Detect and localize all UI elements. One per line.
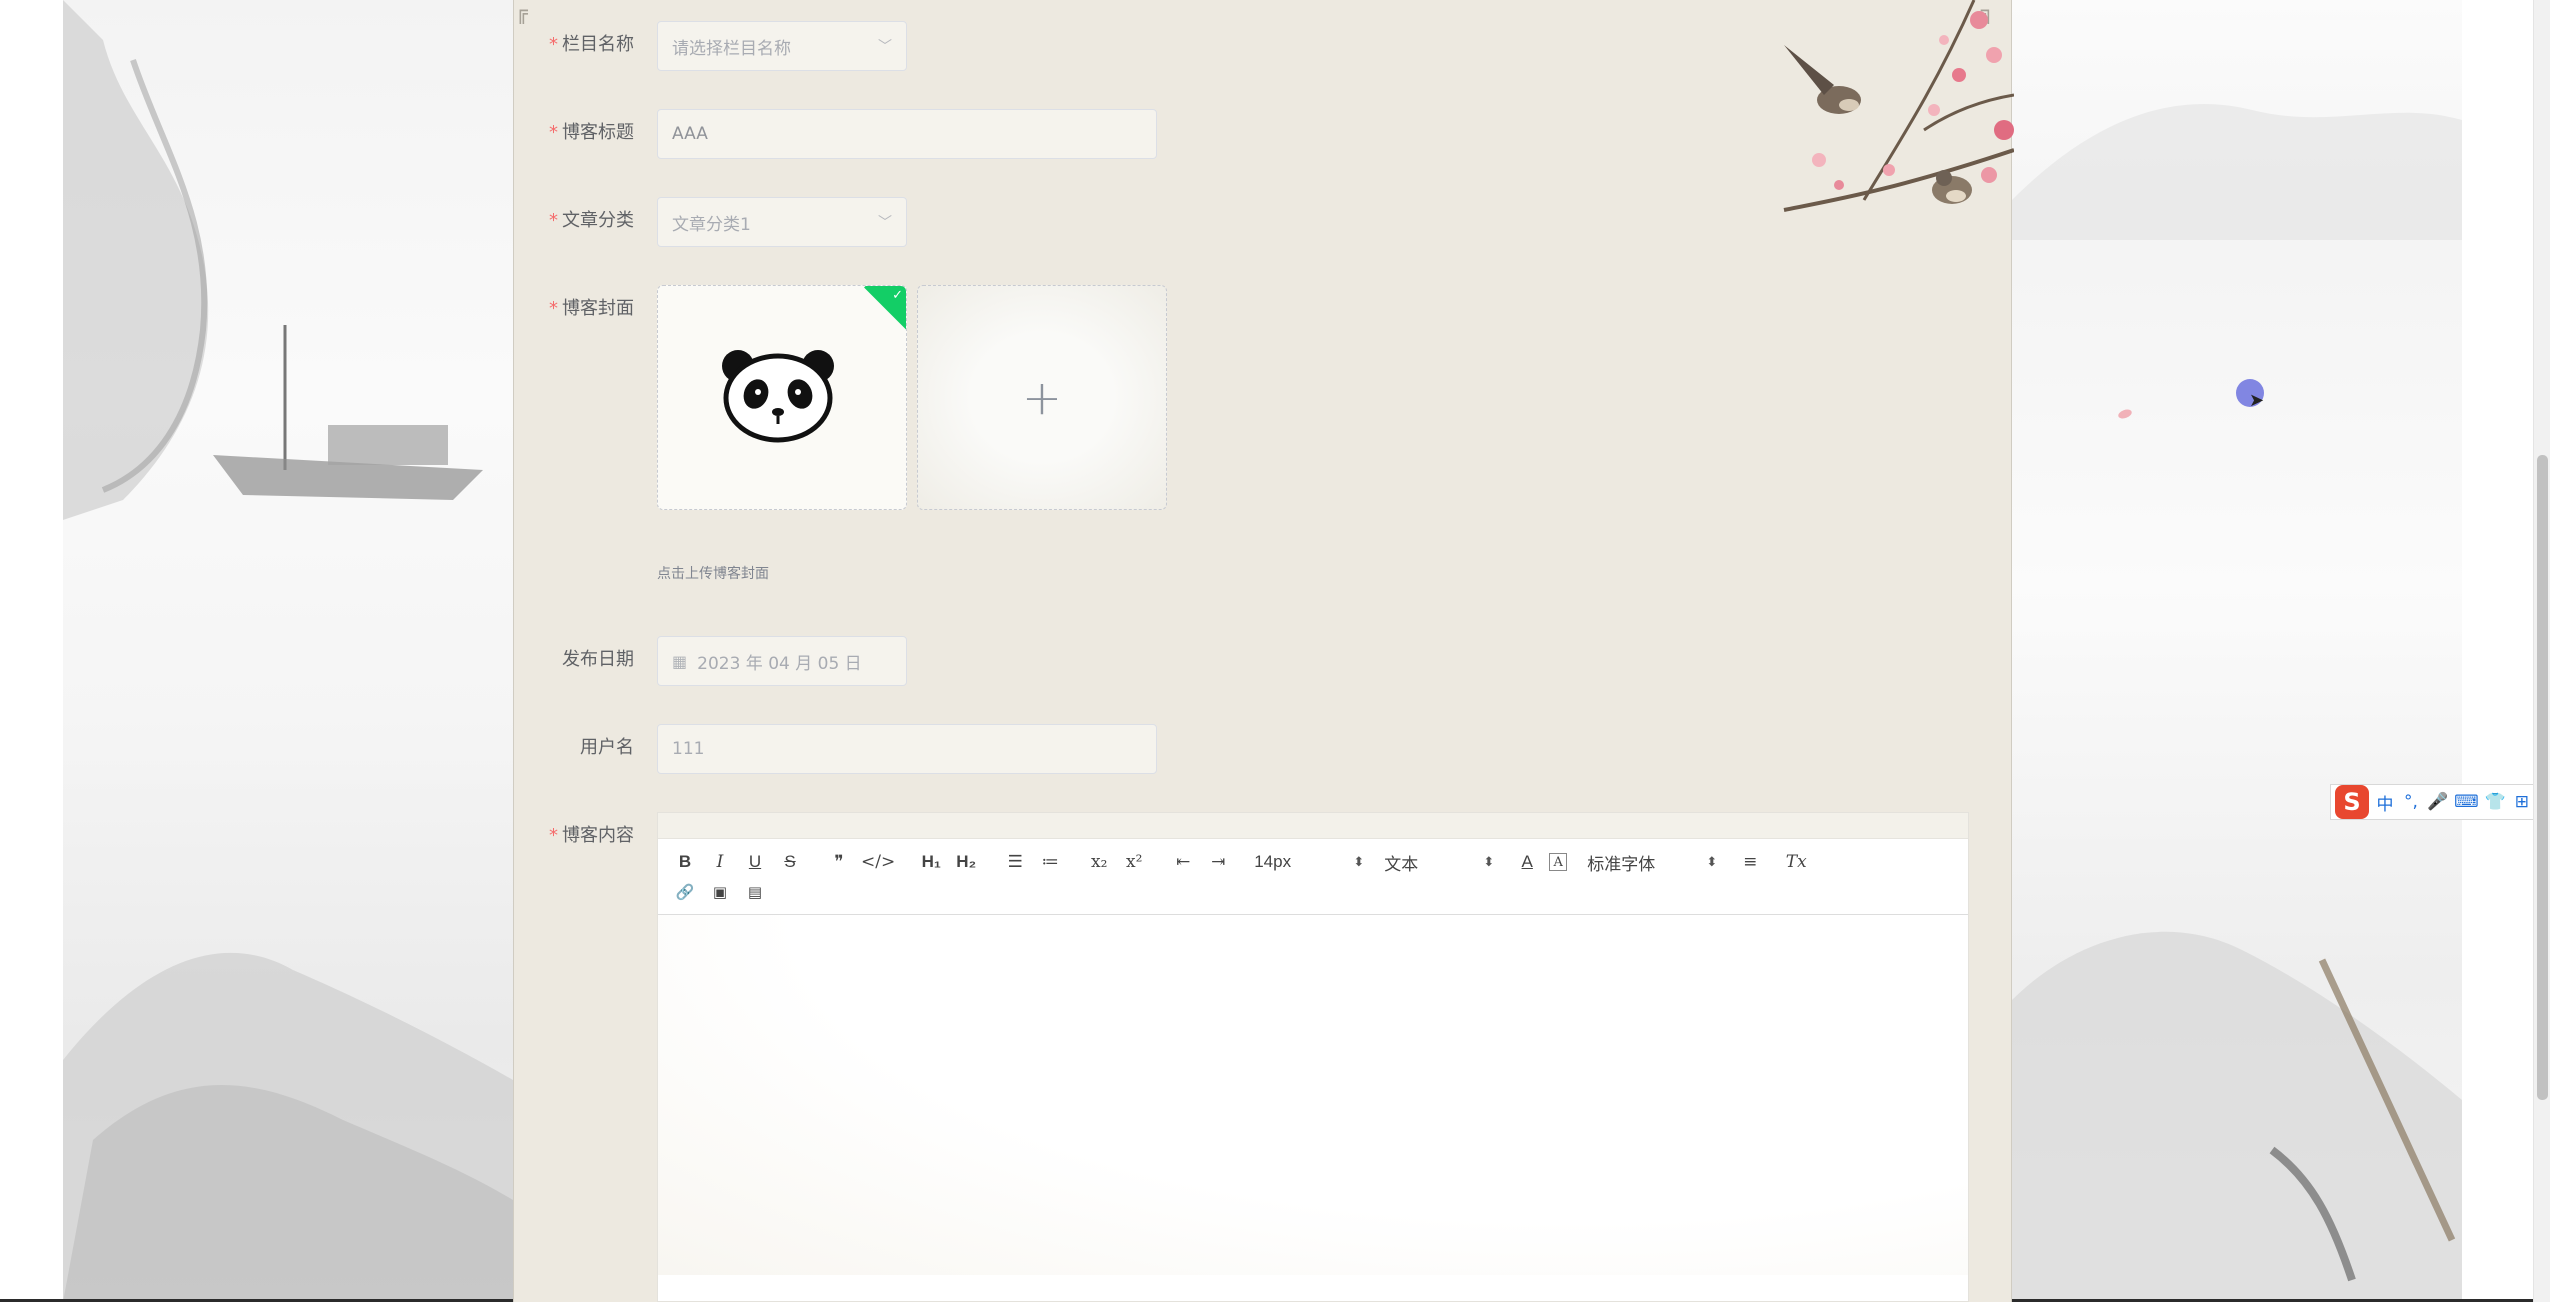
background-ink-painting-right xyxy=(2012,0,2462,1302)
publish-date-field: 发布日期 xyxy=(514,636,646,684)
cover-label: * 博客封面 xyxy=(549,298,634,319)
video-icon[interactable]: ▤ xyxy=(742,879,768,905)
plum-blossom-birds-decoration xyxy=(1783,0,2014,212)
background-ink-painting-left xyxy=(63,0,513,1302)
username-field: 用户名 xyxy=(514,724,646,772)
blog-form-panel: ╔ ╗ * 栏目名称 请选择栏目名称 ﹀ * 博客标题 AAA * 文章分类 文章分类… xyxy=(513,0,2264,1302)
plus-icon: + xyxy=(1021,369,1063,426)
category-select-value: 文章分类1 xyxy=(672,214,751,235)
blockquote-button[interactable]: ❞ xyxy=(826,849,852,875)
header-select[interactable]: 文本 ⬍ xyxy=(1384,850,1494,875)
column-select[interactable]: 请选择栏目名称 ﹀ xyxy=(657,21,907,71)
column-field: * 栏目名称 xyxy=(514,21,646,69)
code-block-button[interactable]: </> xyxy=(861,849,895,875)
editor-toolbar: B I U S ❞ </> H₁ H₂ ☰ ≔ x₂ x² ⇤ ⇥ 14px ⬍ 文本 ⬍ A A 标准字体 ⬍ ≡ Tx 🔗… xyxy=(658,839,1968,915)
content-field: * 博客内容 xyxy=(514,812,646,860)
ime-logo-icon[interactable]: S xyxy=(2335,785,2369,819)
cover-uploaded-image[interactable]: ✓ xyxy=(657,285,907,510)
bullet-list-button[interactable]: ≔ xyxy=(1037,849,1063,875)
category-label: * 文章分类 xyxy=(549,210,634,231)
editor-top-strip xyxy=(658,813,1968,839)
mouse-pointer-icon: ➤ xyxy=(2249,390,2265,411)
select-caret-icon: ⬍ xyxy=(1483,854,1495,869)
chevron-down-icon: ﹀ xyxy=(878,39,892,55)
clean-format-icon[interactable]: Tx xyxy=(1783,849,1809,875)
publish-date-value: 2023 年 04 月 05 日 xyxy=(697,653,862,674)
bold-button[interactable]: B xyxy=(672,849,698,875)
title-field: * 博客标题 xyxy=(514,109,646,157)
content-label: * 博客内容 xyxy=(549,825,634,846)
ime-skin-icon[interactable]: 👕 xyxy=(2485,792,2506,812)
ime-toolbox-icon[interactable]: ⊞ xyxy=(2512,792,2532,812)
strike-button[interactable]: S xyxy=(777,849,803,875)
title-input-value: AAA xyxy=(672,124,708,144)
username-input[interactable]: 111 xyxy=(657,724,1157,774)
ime-mode-chinese[interactable]: 中 xyxy=(2375,790,2395,815)
rich-text-editor[interactable]: B I U S ❞ </> H₁ H₂ ☰ ≔ x₂ x² ⇤ ⇥ 14px ⬍ 文本 ⬍ A A 标准字体 ⬍ ≡ Tx 🔗… xyxy=(657,812,1969,1302)
chevron-down-icon: ﹀ xyxy=(878,215,892,231)
header-select-value: 文本 xyxy=(1384,854,1419,874)
ordered-list-button[interactable]: ☰ xyxy=(1002,849,1028,875)
ime-microphone-icon[interactable]: 🎤 xyxy=(2427,792,2448,812)
cover-upload-tip: 点击上传博客封面 xyxy=(657,566,769,582)
header2-button[interactable]: H₂ xyxy=(953,849,979,875)
outdent-button[interactable]: ⇤ xyxy=(1170,849,1196,875)
editor-toolbar-row-2: 🔗 ▣ ▤ xyxy=(672,877,1954,907)
username-input-value: 111 xyxy=(672,739,705,759)
font-family-select[interactable]: 标准字体 ⬍ xyxy=(1587,850,1717,875)
font-size-select[interactable]: 14px ⬍ xyxy=(1254,852,1364,872)
editor-toolbar-row-1: B I U S ❞ </> H₁ H₂ ☰ ≔ x₂ x² ⇤ ⇥ 14px ⬍ 文本 ⬍ A A 标准字体 ⬍ ≡ Tx xyxy=(672,847,1954,877)
underline-button[interactable]: U xyxy=(742,849,768,875)
font-color-icon[interactable]: A xyxy=(1514,849,1540,875)
publish-date-picker[interactable]: ▦ 2023 年 04 月 05 日 xyxy=(657,636,907,686)
cover-upload-button[interactable]: + xyxy=(917,285,1167,510)
header1-button[interactable]: H₁ xyxy=(918,849,944,875)
scrollbar-thumb[interactable] xyxy=(2537,455,2548,1100)
check-icon: ✓ xyxy=(892,288,903,303)
font-family-select-value: 标准字体 xyxy=(1587,854,1656,874)
publish-date-label: 发布日期 xyxy=(562,649,634,670)
page-scrollbar[interactable] xyxy=(2533,0,2550,1302)
indent-button[interactable]: ⇥ xyxy=(1205,849,1231,875)
link-icon[interactable]: 🔗 xyxy=(672,879,698,905)
subscript-button[interactable]: x₂ xyxy=(1086,849,1112,875)
category-select[interactable]: 文章分类1 ﹀ xyxy=(657,197,907,247)
align-icon[interactable]: ≡ xyxy=(1737,849,1763,875)
background-color-icon[interactable]: A xyxy=(1549,853,1568,871)
panda-cover-image xyxy=(722,350,834,443)
column-select-placeholder: 请选择栏目名称 xyxy=(672,38,791,59)
superscript-button[interactable]: x² xyxy=(1121,849,1147,875)
cover-field: * 博客封面 xyxy=(514,285,646,333)
editor-content-area[interactable] xyxy=(658,915,1968,1275)
calendar-icon: ▦ xyxy=(672,651,688,671)
select-caret-icon: ⬍ xyxy=(1353,854,1365,869)
ime-toolbar[interactable]: S 中 °, 🎤 ⌨ 👕 ⊞ xyxy=(2330,784,2533,820)
font-size-select-value: 14px xyxy=(1254,852,1292,871)
ime-punctuation-icon[interactable]: °, xyxy=(2401,792,2421,812)
select-caret-icon: ⬍ xyxy=(1706,854,1718,869)
username-label: 用户名 xyxy=(580,737,634,758)
title-label: * 博客标题 xyxy=(549,122,634,143)
column-label: * 栏目名称 xyxy=(549,34,634,55)
title-input[interactable]: AAA xyxy=(657,109,1157,159)
category-field: * 文章分类 xyxy=(514,197,646,245)
italic-button[interactable]: I xyxy=(707,849,733,875)
image-icon[interactable]: ▣ xyxy=(707,879,733,905)
ime-keyboard-icon[interactable]: ⌨ xyxy=(2454,792,2479,812)
